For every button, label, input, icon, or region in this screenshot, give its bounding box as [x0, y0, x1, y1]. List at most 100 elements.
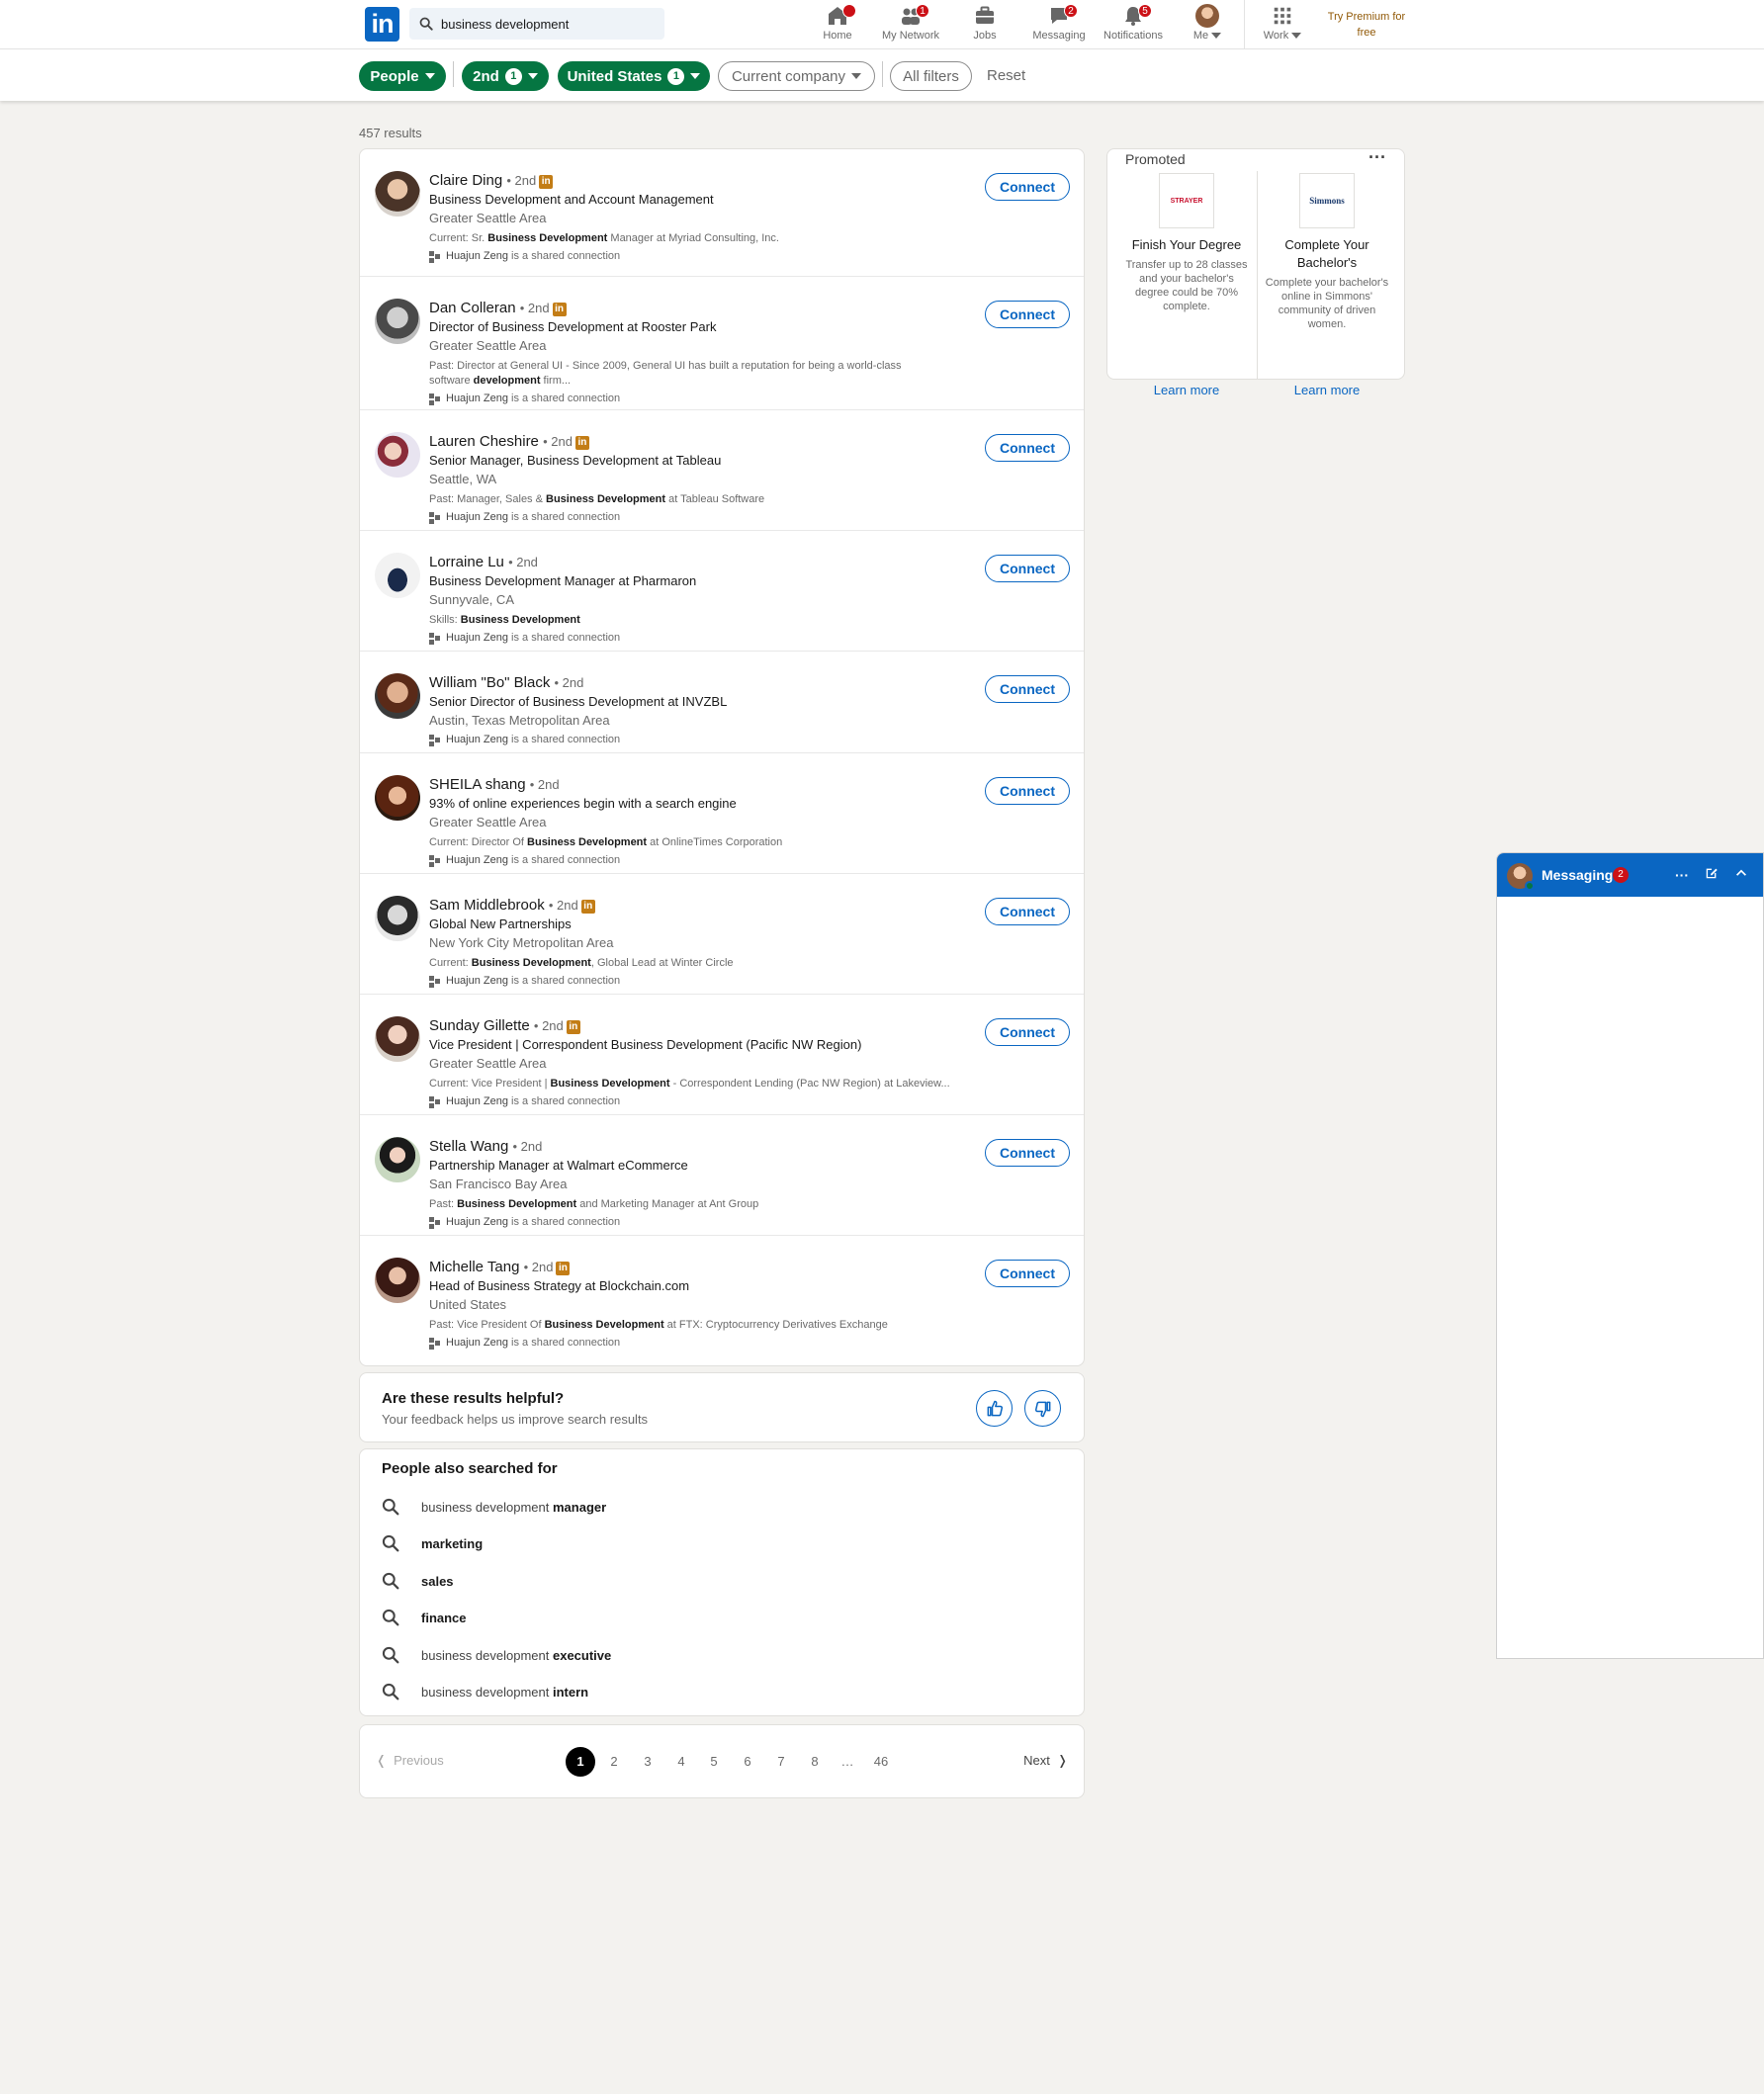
shared-connection-link[interactable]: Huajun Zeng [446, 734, 508, 745]
nav-jobs[interactable]: Jobs [950, 4, 1019, 45]
connect-button[interactable]: Connect [985, 898, 1070, 925]
page-8-button[interactable]: 8 [800, 1747, 830, 1777]
shared-connection-link[interactable]: Huajun Zeng [446, 511, 508, 523]
connect-button[interactable]: Connect [985, 434, 1070, 462]
suggested-search-link[interactable]: marketing [382, 1531, 483, 1555]
filter-count-badge: 1 [667, 67, 685, 85]
profile-photo[interactable] [375, 1016, 420, 1062]
suggested-search-link[interactable]: business development executive [382, 1643, 611, 1667]
chevron-down-icon [424, 73, 435, 79]
page-2-button[interactable]: 2 [599, 1747, 629, 1777]
profile-photo[interactable] [375, 896, 420, 941]
reset-button[interactable]: Reset [979, 61, 1033, 91]
page-6-button[interactable]: 6 [733, 1747, 762, 1777]
profile-name-link[interactable]: Stella Wang [429, 1138, 508, 1155]
linkedin-logo[interactable]: in [365, 7, 399, 42]
nav-my-network[interactable]: 1 My Network [876, 4, 945, 45]
shared-connection-link[interactable]: Huajun Zeng [446, 1095, 508, 1107]
connect-button[interactable]: Connect [985, 173, 1070, 201]
nav-messaging[interactable]: 2 Messaging [1024, 4, 1094, 45]
profile-photo[interactable] [375, 1137, 420, 1182]
chevron-up-icon[interactable] [1731, 865, 1751, 885]
chevron-right-icon: ❭ [1057, 1753, 1068, 1768]
profile-name-link[interactable]: Lauren Cheshire [429, 433, 539, 450]
filter-location[interactable]: United States 1 [558, 61, 710, 91]
nav-work[interactable]: Work [1248, 4, 1317, 45]
search-icon [382, 1609, 399, 1626]
try-premium-link[interactable]: Try Premium for free [1319, 9, 1414, 41]
filter-connection-degree[interactable]: 2nd 1 [462, 61, 549, 91]
shared-connection-link[interactable]: Huajun Zeng [446, 1216, 508, 1228]
next-page-button[interactable]: Next ❭ [1023, 1753, 1068, 1769]
profile-photo[interactable] [375, 1258, 420, 1303]
page-7-button[interactable]: 7 [766, 1747, 796, 1777]
profile-name-link[interactable]: William "Bo" Black [429, 674, 550, 691]
result-row: Lorraine Lu • 2nd Business Development M… [360, 531, 1084, 652]
ad-card[interactable]: STRAYER Finish Your Degree Transfer up t… [1117, 173, 1256, 397]
filter-current-company[interactable]: Current company [718, 61, 875, 91]
chevron-down-icon [690, 73, 701, 79]
connect-button[interactable]: Connect [985, 675, 1070, 703]
profile-photo[interactable] [375, 553, 420, 598]
shared-connection-link[interactable]: Huajun Zeng [446, 250, 508, 262]
connect-button[interactable]: Connect [985, 777, 1070, 805]
search-input[interactable] [441, 8, 659, 40]
suggested-search-link[interactable]: business development intern [382, 1680, 588, 1703]
suggested-search-link[interactable]: business development manager [382, 1495, 606, 1519]
nav-notifications[interactable]: 5 Notifications [1099, 4, 1168, 45]
connect-button[interactable]: Connect [985, 1139, 1070, 1167]
filter-count-badge: 1 [504, 67, 522, 85]
ad-card[interactable]: Simmons Complete Your Bachelor's Complet… [1258, 173, 1396, 397]
profile-photo[interactable] [375, 673, 420, 719]
filter-people[interactable]: People [359, 61, 446, 91]
more-options-icon[interactable]: ··· [1368, 148, 1386, 166]
premium-badge-icon: in [539, 175, 554, 189]
nav-home[interactable]: Home [803, 4, 872, 45]
shared-connection-link[interactable]: Huajun Zeng [446, 393, 508, 404]
compose-icon[interactable] [1702, 865, 1721, 885]
learn-more-link[interactable]: Learn more [1258, 383, 1396, 397]
learn-more-link[interactable]: Learn more [1117, 383, 1256, 397]
shared-connection-link[interactable]: Huajun Zeng [446, 854, 508, 866]
profile-name-link[interactable]: SHEILA shang [429, 776, 526, 793]
profile-photo[interactable] [375, 171, 420, 217]
network-badge: 1 [916, 4, 929, 18]
profile-photo[interactable] [375, 299, 420, 344]
shared-connection-link[interactable]: Huajun Zeng [446, 1337, 508, 1349]
profile-photo[interactable] [375, 432, 420, 478]
profile-name-link[interactable]: Sam Middlebrook [429, 897, 545, 914]
profile-name-link[interactable]: Sunday Gillette [429, 1017, 530, 1034]
shared-connection-icon [429, 250, 440, 263]
page-46-button[interactable]: 46 [866, 1747, 896, 1777]
shared-connection-link[interactable]: Huajun Zeng [446, 632, 508, 644]
previous-page-button[interactable]: ❬ Previous [376, 1753, 444, 1769]
thumbs-up-button[interactable] [976, 1390, 1013, 1427]
profile-name-link[interactable]: Dan Colleran [429, 300, 516, 316]
search-box[interactable] [409, 8, 664, 40]
profile-name-link[interactable]: Michelle Tang [429, 1259, 519, 1275]
shared-connection-icon [429, 854, 440, 867]
connect-button[interactable]: Connect [985, 1260, 1070, 1287]
search-icon [382, 1572, 399, 1590]
profile-name-link[interactable]: Claire Ding [429, 172, 502, 189]
messaging-header[interactable]: Messaging 2 ··· [1497, 853, 1763, 897]
more-options-icon[interactable]: ··· [1672, 865, 1692, 885]
page-5-button[interactable]: 5 [699, 1747, 729, 1777]
suggested-search-link[interactable]: finance [382, 1606, 467, 1629]
promoted-ads: Promoted ··· STRAYER Finish Your Degree … [1106, 148, 1405, 397]
connect-button[interactable]: Connect [985, 301, 1070, 328]
connect-button[interactable]: Connect [985, 555, 1070, 582]
page-1-button[interactable]: 1 [566, 1747, 595, 1777]
all-filters-button[interactable]: All filters [890, 61, 972, 91]
nav-me[interactable]: Me [1173, 4, 1242, 45]
page-3-button[interactable]: 3 [633, 1747, 662, 1777]
shared-connection-link[interactable]: Huajun Zeng [446, 975, 508, 987]
profile-name-link[interactable]: Lorraine Lu [429, 554, 504, 570]
profile-photo[interactable] [375, 775, 420, 821]
results-feedback: Are these results helpful? Your feedback… [359, 1372, 1085, 1442]
page-4-button[interactable]: 4 [666, 1747, 696, 1777]
result-row: Lauren Cheshire • 2nd in Senior Manager, … [360, 410, 1084, 531]
suggested-search-link[interactable]: sales [382, 1569, 454, 1593]
thumbs-down-button[interactable] [1024, 1390, 1061, 1427]
connect-button[interactable]: Connect [985, 1018, 1070, 1046]
